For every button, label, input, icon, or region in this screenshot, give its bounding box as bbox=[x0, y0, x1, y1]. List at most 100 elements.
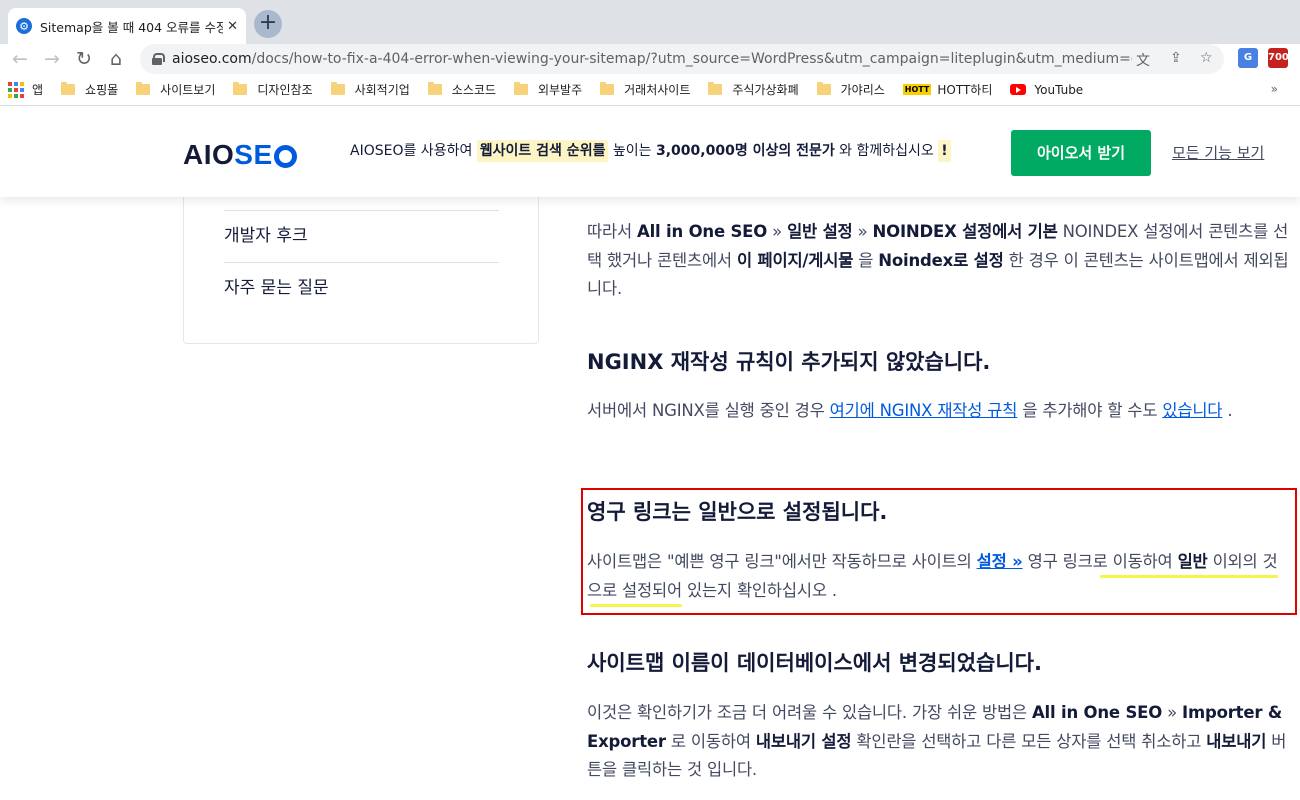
google-translate-extension-icon[interactable]: G bbox=[1238, 48, 1258, 68]
all-features-link[interactable]: 모든 기능 보기 bbox=[1172, 142, 1264, 163]
paragraph-noindex: 따라서 All in One SEO » 일반 설정 » NOINDEX 설정에… bbox=[587, 218, 1292, 304]
text-run: . bbox=[1222, 401, 1233, 420]
bookmark-label: 거래처사이트 bbox=[624, 83, 691, 97]
home-icon[interactable]: ⌂ bbox=[104, 47, 128, 71]
text-run: » bbox=[1162, 703, 1183, 722]
text-run: 서버에서 NGINX를 실행 중인 경우 bbox=[587, 401, 830, 420]
paragraph-sitemap-renamed: 이것은 확인하기가 조금 더 어려울 수 있습니다. 가장 쉬운 방법은 All… bbox=[587, 699, 1292, 785]
heading-nginx: NGINX 재작성 규칙이 추가되지 않았습니다. bbox=[587, 350, 991, 374]
bookmark-folder[interactable]: 소스코드 bbox=[427, 81, 496, 98]
address-bar[interactable]: aioseo.com/docs/how-to-fix-a-404-error-w… bbox=[140, 44, 1224, 74]
aioseo-logo[interactable]: AIO SE bbox=[183, 139, 297, 171]
gmail-extension-icon[interactable]: 700 bbox=[1268, 48, 1289, 68]
page-viewport: AIO SE AIOSEO를 사용하여 웹사이트 검색 순위를 높이는 3,000… bbox=[0, 107, 1300, 800]
bookmark-label: 외부발주 bbox=[537, 83, 583, 97]
marker-underline bbox=[590, 604, 682, 607]
sidebar-item-faq[interactable]: 자주 묻는 질문 bbox=[224, 273, 329, 298]
folder-icon bbox=[427, 82, 442, 95]
bookmark-label: HOTT하티 bbox=[937, 83, 993, 97]
bookmark-folder[interactable]: 가야리스 bbox=[816, 81, 885, 98]
bookmark-folder[interactable]: 거래처사이트 bbox=[600, 81, 690, 98]
sidebar-divider bbox=[224, 210, 499, 211]
bookmark-star-icon[interactable]: ☆ bbox=[1200, 50, 1213, 66]
marker-underline bbox=[1100, 575, 1278, 578]
sidebar-item-developer-hooks[interactable]: 개발자 후크 bbox=[224, 221, 308, 246]
bookmark-folder[interactable]: 사이트보기 bbox=[136, 81, 215, 98]
nginx-rules-link[interactable]: 여기에 NGINX 재작성 규칙 bbox=[830, 401, 1018, 420]
bookmark-label: 주식가상화폐 bbox=[732, 83, 799, 97]
bookmarks-bar: 앱 쇼핑몰 사이트보기 디자인참조 사회적기업 소스코드 외부발주 거래처사이트… bbox=[0, 74, 1300, 106]
text-run: 확인란을 선택하고 다른 모든 상자를 선택 취소하고 bbox=[851, 731, 1207, 751]
folder-icon bbox=[513, 82, 528, 95]
tab-title: Sitemap을 볼 때 404 오류를 수정 bbox=[40, 19, 224, 35]
aioseo-favicon-icon: ⚙ bbox=[16, 18, 32, 34]
folder-icon bbox=[233, 82, 248, 95]
share-icon[interactable]: ⇪ bbox=[1170, 50, 1182, 66]
url-path: /docs/how-to-fix-a-404-error-when-viewin… bbox=[251, 51, 1132, 67]
text-run: 을 추가해야 할 수도 bbox=[1017, 401, 1163, 420]
logo-text: AIO bbox=[183, 139, 235, 170]
nginx-maybe-link[interactable]: 있습니다 bbox=[1162, 401, 1222, 420]
bold-text: All in One SEO bbox=[1031, 703, 1163, 722]
translate-icon[interactable]: 文 bbox=[1136, 50, 1150, 70]
folder-icon bbox=[708, 82, 723, 95]
text-run: 이것은 확인하기가 조금 더 어려울 수 있습니다. 가장 쉬운 방법은 bbox=[587, 703, 1032, 722]
back-arrow-icon[interactable]: ← bbox=[8, 47, 32, 71]
promo-exclamation: ! bbox=[938, 140, 951, 162]
bookmark-label: YouTube bbox=[1034, 82, 1084, 97]
sidebar-divider bbox=[224, 262, 499, 263]
bold-text: 내보내기 설정 bbox=[755, 731, 852, 751]
reload-icon[interactable]: ↻ bbox=[72, 47, 96, 71]
text-run: 따라서 bbox=[587, 222, 637, 241]
browser-tab[interactable]: ⚙ Sitemap을 볼 때 404 오류를 수정 ✕ bbox=[8, 8, 246, 44]
folder-icon bbox=[816, 82, 831, 95]
bookmark-youtube[interactable]: YouTube bbox=[1010, 83, 1083, 97]
folder-icon bbox=[61, 82, 76, 95]
folder-icon bbox=[330, 82, 345, 95]
bookmark-label: 앱 bbox=[32, 83, 44, 97]
forward-arrow-icon[interactable]: → bbox=[40, 47, 64, 71]
apps-grid-icon bbox=[8, 81, 24, 98]
bold-text: 이 페이지/게시물 bbox=[736, 250, 854, 270]
promo-part: AIOSEO를 사용하여 bbox=[350, 143, 477, 159]
url-host: aioseo.com bbox=[172, 51, 252, 67]
close-icon[interactable]: ✕ bbox=[227, 19, 238, 34]
bold-text: 일반 설정 bbox=[787, 222, 853, 241]
folder-icon bbox=[600, 82, 615, 95]
logo-text-accent: SE bbox=[234, 139, 273, 170]
bookmarks-overflow-icon[interactable]: » bbox=[1271, 82, 1278, 96]
highlight-box bbox=[581, 488, 1297, 615]
bookmark-folder[interactable]: 디자인참조 bbox=[233, 81, 313, 98]
bold-text: Noindex로 설정 bbox=[878, 250, 1004, 270]
promo-highlight: 웹사이트 검색 순위를 bbox=[476, 140, 609, 162]
bold-text: NOINDEX 설정에서 기본 bbox=[872, 222, 1058, 241]
bookmark-label: 디자인참조 bbox=[257, 83, 313, 97]
browser-toolbar: ← → ↻ ⌂ aioseo.com/docs/how-to-fix-a-404… bbox=[0, 44, 1300, 74]
promo-bold: 3,000,000명 이상의 전문가 bbox=[656, 143, 835, 159]
hott-icon: HOTT bbox=[902, 84, 932, 95]
bookmark-folder[interactable]: 외부발주 bbox=[513, 81, 583, 98]
bookmark-hott[interactable]: HOTT HOTT하티 bbox=[902, 81, 993, 98]
new-tab-button[interactable]: + bbox=[254, 10, 282, 38]
bookmark-apps[interactable]: 앱 bbox=[8, 81, 43, 98]
bookmark-folder[interactable]: 쇼핑몰 bbox=[61, 81, 118, 98]
text-run: » bbox=[852, 222, 873, 241]
bookmark-label: 쇼핑몰 bbox=[85, 83, 119, 97]
bookmark-label: 가야리스 bbox=[840, 83, 885, 97]
bold-text: 내보내기 bbox=[1206, 731, 1267, 751]
promo-part: 높이는 bbox=[608, 143, 656, 159]
promo-text: AIOSEO를 사용하여 웹사이트 검색 순위를 높이는 3,000,000명 … bbox=[350, 140, 951, 162]
bookmark-label: 사이트보기 bbox=[160, 83, 216, 97]
bookmark-folder[interactable]: 주식가상화폐 bbox=[708, 81, 799, 98]
bookmark-folder[interactable]: 사회적기업 bbox=[330, 81, 410, 98]
bold-text: All in One SEO bbox=[637, 222, 768, 241]
youtube-icon bbox=[1010, 84, 1027, 95]
text-run: » bbox=[767, 222, 788, 241]
lock-icon bbox=[152, 53, 165, 65]
site-header: AIO SE AIOSEO를 사용하여 웹사이트 검색 순위를 높이는 3,000… bbox=[0, 107, 1300, 197]
tab-strip: ⚙ Sitemap을 볼 때 404 오류를 수정 ✕ + bbox=[0, 0, 1300, 44]
url-text: aioseo.com/docs/how-to-fix-a-404-error-w… bbox=[172, 51, 1132, 67]
get-aioseo-button[interactable]: 아이오서 받기 bbox=[1011, 130, 1151, 176]
text-run: 을 bbox=[853, 250, 879, 270]
text-run: 로 이동하여 bbox=[665, 731, 756, 751]
